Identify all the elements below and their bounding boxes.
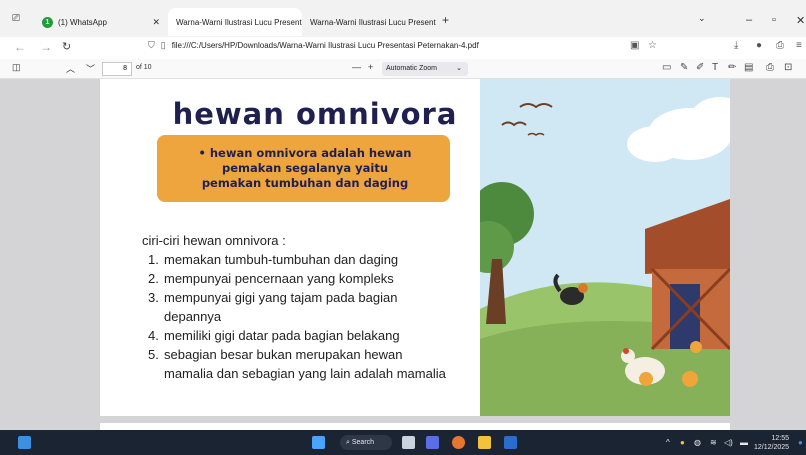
account-icon[interactable]: ● — [756, 40, 762, 51]
search-box[interactable]: ⌕ Search — [340, 435, 392, 450]
sidebar-toggle-icon[interactable]: ◫ — [12, 62, 21, 73]
farm-illustration — [480, 79, 730, 416]
definition-line: pemakan tumbuhan dan daging — [201, 176, 409, 190]
chevron-down-icon: ⌄ — [456, 65, 462, 72]
image-icon[interactable]: ▤ — [744, 62, 753, 73]
list-number: 2. — [148, 271, 159, 286]
list-text: memakan tumbuh-tumbuhan dan daging — [164, 252, 399, 267]
rooster-head — [578, 283, 588, 293]
page-icon: ▯ — [160, 40, 166, 50]
reader-view-icon[interactable]: ▣ — [630, 40, 639, 51]
close-window-button[interactable]: ✕ — [796, 14, 805, 27]
next-page-icon[interactable]: ﹀ — [86, 62, 95, 75]
notification-badge: 1 — [42, 16, 53, 28]
tab-label: Warna-Warni Ilustrasi Lucu Presenta — [176, 17, 302, 27]
menu-icon[interactable]: ≡ — [796, 40, 802, 51]
zoom-in-button[interactable]: + — [368, 62, 373, 72]
definition-line: • hewan omnivora adalah hewan — [198, 146, 412, 160]
definition-box: • hewan omnivora adalah hewan pemakan se… — [157, 135, 450, 202]
list-text: mempunyai pencernaan yang kompleks — [164, 271, 394, 286]
chick — [639, 372, 653, 386]
hen-comb — [623, 348, 629, 354]
tray-app-icon[interactable]: ● — [680, 438, 685, 447]
definition-text: • hewan omnivora adalah hewan pemakan se… — [169, 146, 441, 191]
tab-presentation-active[interactable]: Warna-Warni Ilustrasi Lucu Presenta ✕ — [168, 8, 302, 36]
restore-button[interactable]: ▫ — [772, 14, 776, 26]
firefox-icon[interactable] — [452, 436, 465, 449]
shield-icon[interactable]: ⛉ — [148, 40, 155, 51]
pdf-toolbar: ◫ ︿ ﹀ 8 of 10 — + Automatic Zoom ⌄ ▭ ✎ ✐… — [0, 59, 806, 79]
date: 12/12/2025 — [754, 444, 790, 451]
back-button[interactable]: ← — [14, 40, 26, 54]
zoom-out-button[interactable]: — — [352, 62, 361, 72]
file-explorer-icon[interactable] — [478, 436, 491, 449]
list-item: 5. sebagian besar bukan merupakan hewan … — [148, 345, 448, 383]
zoom-value: Automatic Zoom — [386, 65, 437, 72]
bookmark-star-icon[interactable]: ☆ — [648, 40, 657, 51]
text-tool-icon[interactable]: T — [712, 62, 718, 73]
close-icon[interactable]: ✕ — [152, 17, 160, 28]
list-number: 1. — [148, 252, 159, 267]
wifi-icon[interactable]: ≋ — [710, 438, 717, 447]
highlight-icon[interactable]: ✐ — [696, 62, 704, 73]
address-field[interactable]: ⛉ ▯ file:///C:/Users/HP/Downloads/Warna-… — [148, 40, 479, 51]
chevron-up-icon[interactable]: ^ — [666, 438, 670, 447]
url-text: file:///C:/Users/HP/Downloads/Warna-Warn… — [171, 41, 479, 50]
chick — [690, 341, 702, 353]
tab-whatsapp[interactable]: 1 (1) WhatsApp ✕ — [34, 8, 168, 36]
widgets-icon[interactable] — [18, 436, 31, 449]
page-total: of 10 — [136, 64, 152, 71]
taskbar: ⌕ Search ^ ● ◍ ≋ ◁) ▬ 12:55 12/12/2025 ● — [0, 430, 806, 455]
clock[interactable]: 12:55 12/12/2025 — [754, 434, 789, 452]
previous-page-icon[interactable]: ︿ — [66, 62, 75, 75]
forward-button[interactable]: → — [40, 40, 52, 54]
list-number: 3. — [148, 290, 159, 305]
print-icon[interactable]: ⎙ — [766, 62, 774, 73]
task-view-icon[interactable] — [402, 436, 415, 449]
minimize-button[interactable]: – — [746, 14, 752, 26]
cloud — [627, 126, 683, 162]
list-text: sebagian besar bukan merupakan hewan mam… — [164, 347, 446, 381]
slide-page: hewan omnivora • hewan omnivora adalah h… — [100, 79, 730, 416]
downloads-icon[interactable]: ⤓ — [734, 40, 738, 51]
word-icon[interactable] — [504, 436, 517, 449]
traits-list: 1. memakan tumbuh-tumbuhan dan daging 2.… — [148, 250, 448, 383]
chat-icon[interactable] — [426, 436, 439, 449]
tab-bar: ⎚ 1 (1) WhatsApp ✕ Warna-Warni Ilustrasi… — [0, 0, 806, 40]
traits-heading: ciri-ciri hewan omnivora : — [142, 233, 286, 248]
save-icon[interactable]: ⊡ — [784, 62, 792, 73]
signature-icon[interactable]: ✎ — [680, 62, 688, 73]
list-item: 2. mempunyai pencernaan yang kompleks — [148, 269, 448, 288]
address-bar-row: ← → ↻ ⛉ ▯ file:///C:/Users/HP/Downloads/… — [0, 37, 806, 59]
draw-icon[interactable]: ✏ — [728, 62, 736, 73]
reload-button[interactable]: ↻ — [62, 40, 71, 53]
list-text: memiliki gigi datar pada bagian belakang — [164, 328, 400, 343]
notification-icon[interactable]: ● — [798, 438, 803, 447]
search-label: Search — [351, 439, 375, 446]
list-item: 4. memiliki gigi datar pada bagian belak… — [148, 326, 448, 345]
list-number: 5. — [148, 347, 159, 362]
tab-list-chevron-icon[interactable]: ⌄ — [698, 13, 706, 24]
slide-title: hewan omnivora — [172, 97, 458, 131]
list-item: 1. memakan tumbuh-tumbuhan dan daging — [148, 250, 448, 269]
list-number: 4. — [148, 328, 159, 343]
list-text: mempunyai gigi yang tajam pada bagian de… — [164, 290, 398, 324]
tab-label: Warna-Warni Ilustrasi Lucu Presenta — [310, 17, 436, 27]
definition-line: pemakan segalanya yaitu — [221, 161, 389, 175]
page-number-input[interactable]: 8 — [102, 62, 132, 76]
extensions-icon[interactable]: ⎙ — [776, 40, 784, 51]
volume-icon[interactable]: ◁) — [724, 438, 733, 447]
start-icon[interactable] — [312, 436, 325, 449]
tab-actions-icon[interactable]: ⎚ — [12, 13, 20, 24]
new-tab-button[interactable]: + — [442, 13, 449, 27]
time: 12:55 — [771, 435, 790, 442]
battery-icon[interactable]: ▬ — [740, 438, 748, 447]
list-item: 3. mempunyai gigi yang tajam pada bagian… — [148, 288, 448, 326]
comment-icon[interactable]: ▭ — [662, 62, 671, 73]
zoom-select[interactable]: Automatic Zoom ⌄ — [382, 62, 468, 76]
tab-presentation[interactable]: Warna-Warni Ilustrasi Lucu Presenta ✕ — [302, 8, 436, 36]
chick — [682, 371, 698, 387]
tray-app-icon[interactable]: ◍ — [694, 438, 701, 447]
tab-label: (1) WhatsApp — [58, 17, 107, 27]
